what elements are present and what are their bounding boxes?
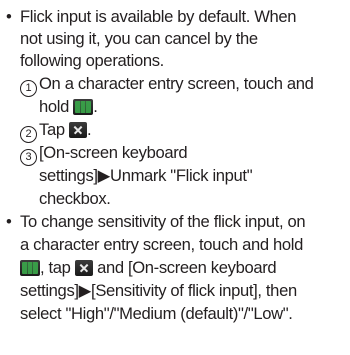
item-1-line-1: Flick input is available by default. Whe… bbox=[20, 7, 297, 26]
step-2-text: Tap bbox=[39, 120, 65, 139]
document-body: • Flick input is available by default. W… bbox=[0, 0, 350, 355]
step-1: 1 On a character entry screen, touch and bbox=[20, 73, 314, 97]
close-key-icon bbox=[74, 260, 93, 276]
step-2-period: . bbox=[86, 120, 92, 139]
item-1-line-3: following operations. bbox=[20, 51, 164, 70]
step-number-1: 1 bbox=[20, 80, 37, 97]
item-2-line-1: To change sensitivity of the flick input… bbox=[20, 212, 306, 231]
step-2: 2 Tap . bbox=[20, 119, 92, 143]
item-2-line-3-b: and [On-screen keyboard bbox=[97, 258, 277, 277]
bullet-1: • bbox=[6, 7, 12, 26]
keyboard-key-icon bbox=[73, 99, 94, 115]
step-3-cont-1: settings]▶Unmark "Flick input" bbox=[39, 166, 253, 185]
step-3-text: [On-screen keyboard bbox=[39, 143, 188, 162]
step-3-cont-2: checkbox. bbox=[39, 189, 111, 208]
item-2-line-4: settings]▶[Sensitivity of flick input], … bbox=[20, 281, 297, 300]
keyboard-key-icon bbox=[20, 260, 40, 276]
item-2-line-2: a character entry screen, touch and hold bbox=[20, 235, 304, 254]
step-3: 3 [On-screen keyboard bbox=[20, 142, 188, 166]
item-1-line-2: not using it, you can cancel by the bbox=[20, 29, 258, 48]
item-2-line-3-a: , tap bbox=[40, 258, 71, 277]
step-1-cont: hold . bbox=[39, 96, 98, 118]
step-1-text: On a character entry screen, touch and bbox=[39, 74, 314, 93]
step-number-2: 2 bbox=[20, 126, 37, 143]
step-1-period: . bbox=[93, 97, 98, 116]
bullet-2: • bbox=[6, 212, 12, 231]
step-number-3: 3 bbox=[20, 149, 37, 166]
step-1-text-b: hold bbox=[39, 97, 69, 116]
close-key-icon bbox=[68, 122, 87, 138]
item-2-line-3: , tap and [On-screen keyboard bbox=[20, 257, 277, 279]
item-2-line-5: select "High"/"Medium (default)"/"Low". bbox=[20, 304, 293, 323]
